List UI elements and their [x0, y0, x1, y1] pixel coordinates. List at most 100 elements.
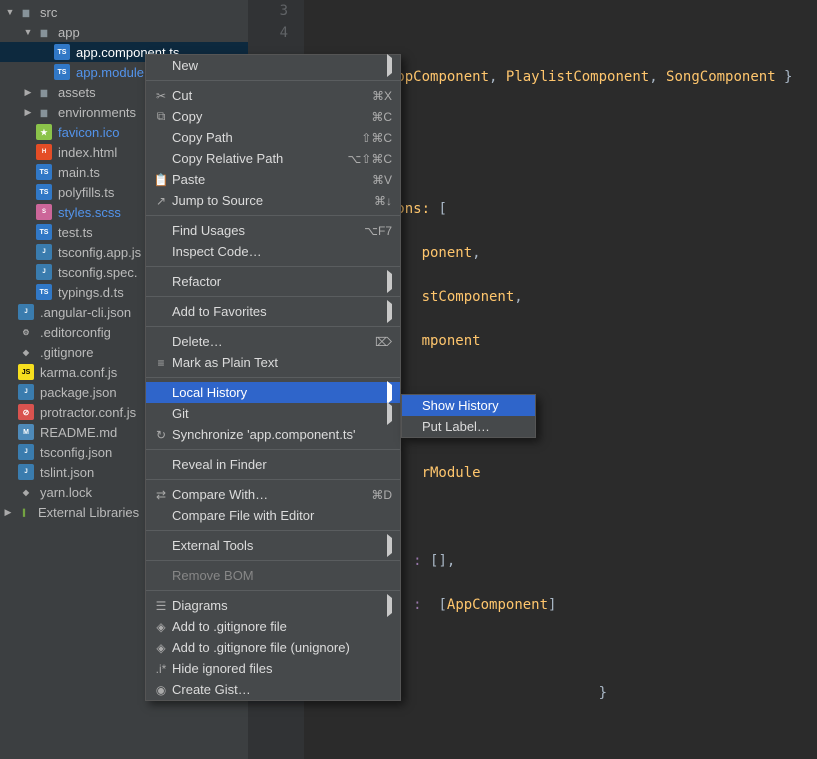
hide-icon: .i* [152, 662, 170, 676]
shortcut: ⌥F7 [364, 224, 392, 238]
ts-file-icon: TS [54, 64, 70, 80]
menu-diagrams[interactable]: ☰ Diagrams [146, 595, 400, 616]
shortcut: ⌦ [375, 335, 392, 349]
menu-separator [146, 215, 400, 216]
shortcut: ⌘C [371, 110, 392, 124]
json-file-icon: J [18, 444, 34, 460]
submenu-put-label[interactable]: Put Label… [402, 416, 535, 437]
chevron-right-icon: ▶ [22, 107, 34, 118]
tree-folder-app[interactable]: ▼ ▆ app [0, 22, 248, 42]
menu-separator [146, 266, 400, 267]
folder-icon: ▆ [36, 84, 52, 100]
menu-synchronize[interactable]: ↻ Synchronize 'app.component.ts' [146, 424, 400, 445]
js-file-icon: JS [18, 364, 34, 380]
submenu-show-history[interactable]: Show History [402, 395, 535, 416]
chevron-right-icon: ▶ [2, 507, 14, 518]
menu-git[interactable]: Git [146, 403, 400, 424]
cut-icon: ✂ [152, 89, 170, 103]
gitignore-icon: ◈ [152, 641, 170, 655]
menu-mark-plain-text[interactable]: ≡ Mark as Plain Text [146, 352, 400, 373]
config-icon: ⚙ [18, 324, 34, 340]
submenu-arrow-icon [387, 58, 392, 73]
menu-find-usages[interactable]: Find Usages ⌥F7 [146, 220, 400, 241]
submenu-arrow-icon [387, 385, 392, 400]
json-file-icon: J [18, 304, 34, 320]
scss-file-icon: S [36, 204, 52, 220]
ts-file-icon: TS [36, 184, 52, 200]
ts-file-icon: TS [36, 224, 52, 240]
shortcut: ⌥⇧⌘C [347, 152, 392, 166]
menu-create-gist[interactable]: ◉ Create Gist… [146, 679, 400, 700]
json-file-icon: J [18, 384, 34, 400]
menu-delete[interactable]: Delete… ⌦ [146, 331, 400, 352]
menu-separator [146, 449, 400, 450]
menu-external-tools[interactable]: External Tools [146, 535, 400, 556]
menu-compare-with[interactable]: ⇄ Compare With… ⌘D [146, 484, 400, 505]
menu-add-gitignore-unignore[interactable]: ◈ Add to .gitignore file (unignore) [146, 637, 400, 658]
menu-separator [146, 377, 400, 378]
folder-icon: ▆ [18, 4, 34, 20]
github-icon: ◉ [152, 683, 170, 697]
submenu-arrow-icon [387, 598, 392, 613]
json-file-icon: J [36, 244, 52, 260]
chevron-right-icon: ▶ [22, 87, 34, 98]
menu-local-history[interactable]: Local History [146, 382, 400, 403]
text-icon: ≡ [152, 356, 170, 370]
json-file-icon: J [36, 264, 52, 280]
menu-separator [146, 560, 400, 561]
sync-icon: ↻ [152, 428, 170, 442]
local-history-submenu: Show History Put Label… [401, 394, 536, 438]
submenu-arrow-icon [387, 304, 392, 319]
submenu-arrow-icon [387, 406, 392, 421]
tree-folder-src[interactable]: ▼ ▆ src [0, 2, 248, 22]
gitignore-icon: ◈ [152, 620, 170, 634]
menu-copy-relative-path[interactable]: Copy Relative Path ⌥⇧⌘C [146, 148, 400, 169]
menu-add-gitignore[interactable]: ◈ Add to .gitignore file [146, 616, 400, 637]
ts-file-icon: TS [54, 44, 70, 60]
menu-jump-to-source[interactable]: ↗ Jump to Source ⌘↓ [146, 190, 400, 211]
submenu-arrow-icon [387, 538, 392, 553]
menu-cut[interactable]: ✂ Cut ⌘X [146, 85, 400, 106]
shortcut: ⌘X [372, 89, 392, 103]
copy-icon: ⧉ [152, 109, 170, 124]
markdown-icon: M [18, 424, 34, 440]
menu-copy-path[interactable]: Copy Path ⇧⌘C [146, 127, 400, 148]
ts-file-icon: TS [36, 164, 52, 180]
protractor-icon: ⊘ [18, 404, 34, 420]
shortcut: ⇧⌘C [361, 131, 392, 145]
jump-icon: ↗ [152, 194, 170, 208]
shortcut: ⌘↓ [374, 194, 392, 208]
context-menu: New ✂ Cut ⌘X ⧉ Copy ⌘C Copy Path ⇧⌘C Cop… [145, 54, 401, 701]
html-file-icon: H [36, 144, 52, 160]
menu-separator [146, 326, 400, 327]
menu-hide-ignored[interactable]: .i* Hide ignored files [146, 658, 400, 679]
line-number: 3 [248, 0, 288, 22]
submenu-arrow-icon [387, 274, 392, 289]
menu-separator [146, 80, 400, 81]
paste-icon: 📋 [152, 173, 170, 187]
diff-icon: ⇄ [152, 488, 170, 502]
menu-paste[interactable]: 📋 Paste ⌘V [146, 169, 400, 190]
tree-label: app [58, 25, 244, 40]
menu-separator [146, 530, 400, 531]
menu-inspect-code[interactable]: Inspect Code… [146, 241, 400, 262]
menu-separator [146, 296, 400, 297]
menu-copy[interactable]: ⧉ Copy ⌘C [146, 106, 400, 127]
library-icon: ∥ [16, 504, 32, 520]
shortcut: ⌘D [371, 488, 392, 502]
menu-refactor[interactable]: Refactor [146, 271, 400, 292]
ts-file-icon: TS [36, 284, 52, 300]
menu-separator [146, 590, 400, 591]
folder-icon: ▆ [36, 24, 52, 40]
menu-reveal-in-finder[interactable]: Reveal in Finder [146, 454, 400, 475]
favicon-icon: ★ [36, 124, 52, 140]
gitignore-icon: ◆ [18, 344, 34, 360]
menu-compare-file-with-editor[interactable]: Compare File with Editor [146, 505, 400, 526]
tree-label: src [40, 5, 244, 20]
json-file-icon: J [18, 464, 34, 480]
menu-separator [146, 479, 400, 480]
diagram-icon: ☰ [152, 599, 170, 613]
menu-add-to-favorites[interactable]: Add to Favorites [146, 301, 400, 322]
shortcut: ⌘V [372, 173, 392, 187]
menu-new[interactable]: New [146, 55, 400, 76]
